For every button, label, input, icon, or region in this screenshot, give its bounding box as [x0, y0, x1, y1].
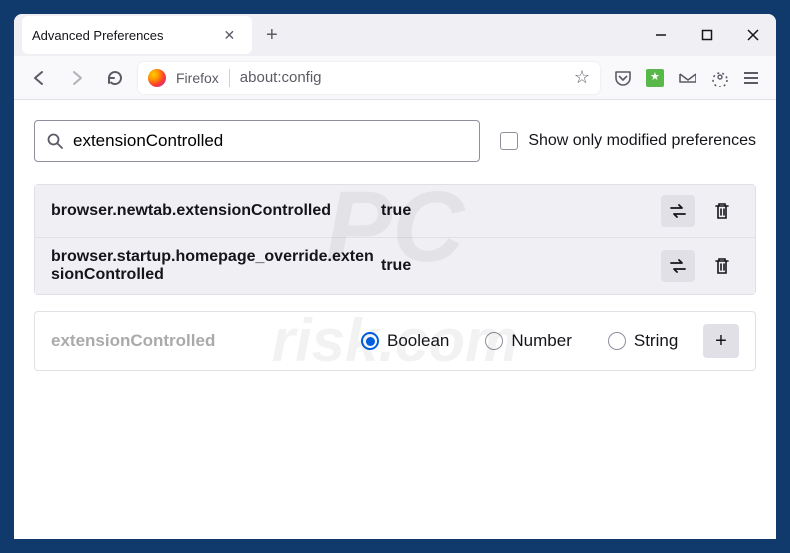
type-label: String [634, 331, 678, 351]
minimize-button[interactable] [638, 14, 684, 56]
window-controls [638, 14, 776, 56]
close-window-button[interactable] [730, 14, 776, 56]
pref-name: browser.startup.homepage_override.extens… [51, 248, 381, 284]
row-actions [661, 195, 739, 227]
pocket-icon[interactable] [614, 69, 632, 87]
nav-toolbar: Firefox about:config ☆ [14, 56, 776, 100]
type-number[interactable]: Number [485, 331, 571, 351]
account-icon[interactable] [710, 69, 728, 87]
back-button[interactable] [24, 63, 54, 93]
reload-button[interactable] [100, 63, 130, 93]
type-boolean[interactable]: Boolean [361, 331, 449, 351]
radio-icon [608, 332, 626, 350]
toggle-button[interactable] [661, 250, 695, 282]
tab-title: Advanced Preferences [32, 28, 164, 43]
url-bar[interactable]: Firefox about:config ☆ [138, 62, 600, 94]
urlbar-divider [229, 69, 230, 87]
pref-value: true [381, 257, 661, 275]
only-modified-toggle[interactable]: Show only modified preferences [500, 132, 756, 150]
search-input[interactable] [73, 131, 467, 151]
delete-button[interactable] [705, 250, 739, 282]
forward-button[interactable] [62, 63, 92, 93]
url-text: about:config [240, 69, 564, 86]
pref-value: true [381, 202, 661, 220]
pref-row: browser.startup.homepage_override.extens… [35, 238, 755, 294]
type-label: Boolean [387, 331, 449, 351]
type-string[interactable]: String [608, 331, 678, 351]
type-options: Boolean Number String [361, 331, 703, 351]
extension-green-icon[interactable] [646, 69, 664, 87]
pref-row: browser.newtab.extensionControlled true [35, 185, 755, 238]
radio-icon [485, 332, 503, 350]
url-product-label: Firefox [176, 70, 219, 86]
search-row: Show only modified preferences [34, 120, 756, 162]
close-tab-icon[interactable]: ✕ [224, 27, 236, 44]
search-icon [47, 133, 63, 149]
new-tab-button[interactable]: + [266, 24, 278, 47]
delete-button[interactable] [705, 195, 739, 227]
browser-tab[interactable]: Advanced Preferences ✕ [22, 16, 252, 54]
type-label: Number [511, 331, 571, 351]
new-pref-name: extensionControlled [51, 331, 361, 351]
browser-window: Advanced Preferences ✕ + Firef [14, 14, 776, 539]
title-bar: Advanced Preferences ✕ + [14, 14, 776, 56]
row-actions [661, 250, 739, 282]
menu-button[interactable] [742, 69, 760, 87]
pref-table: browser.newtab.extensionControlled true … [34, 184, 756, 295]
only-modified-label: Show only modified preferences [528, 132, 756, 150]
page-content: Show only modified preferences browser.n… [14, 100, 776, 539]
toolbar-extensions [608, 69, 766, 87]
bookmark-star-icon[interactable]: ☆ [574, 67, 590, 88]
radio-icon [361, 332, 379, 350]
pref-name: browser.newtab.extensionControlled [51, 202, 381, 220]
toggle-button[interactable] [661, 195, 695, 227]
add-button[interactable]: + [703, 324, 739, 358]
checkbox-icon[interactable] [500, 132, 518, 150]
new-pref-row: extensionControlled Boolean Number Strin… [34, 311, 756, 371]
firefox-logo-icon [148, 69, 166, 87]
maximize-button[interactable] [684, 14, 730, 56]
mail-icon[interactable] [678, 69, 696, 87]
search-box[interactable] [34, 120, 480, 162]
